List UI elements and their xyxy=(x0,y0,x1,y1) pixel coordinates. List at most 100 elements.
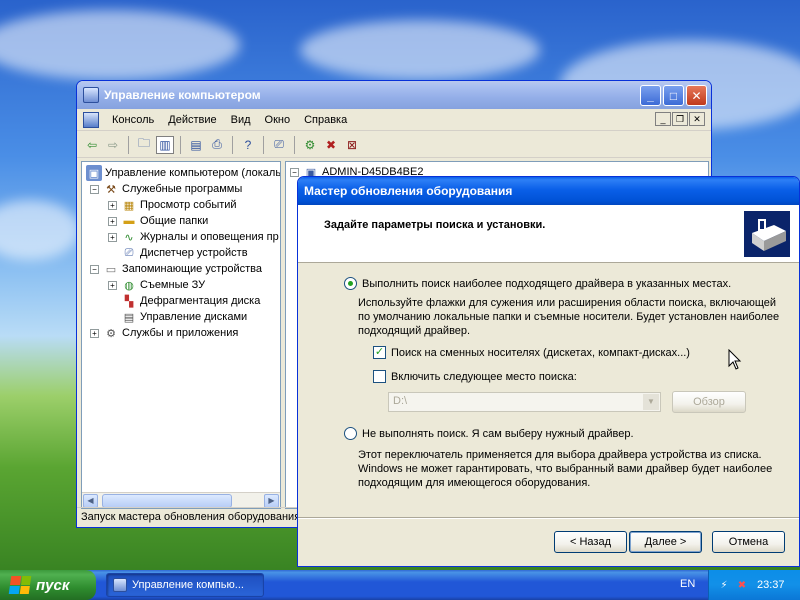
toolbar-separator xyxy=(180,135,181,154)
storage-icon: ▭ xyxy=(105,263,117,276)
tree-item[interactable]: + ▦ Просмотр событий xyxy=(108,197,237,213)
menu-help[interactable]: Справка xyxy=(297,114,354,126)
back-button[interactable]: < Назад xyxy=(554,531,627,553)
toolbar-separator xyxy=(232,135,233,154)
chevron-down-icon[interactable]: ▼ xyxy=(643,394,659,410)
performance-logs-icon: ∿ xyxy=(124,231,134,244)
back-arrow-icon[interactable]: ⇦ xyxy=(83,136,101,154)
start-button[interactable]: пуск xyxy=(0,570,96,600)
maximize-button[interactable]: □ xyxy=(663,85,684,106)
search-location-combo[interactable]: D:\ ▼ xyxy=(388,392,661,412)
taskbar: пуск Управление компью... EN ⚡ ✖ 23:37 xyxy=(0,570,800,600)
tools-icon: ⚒ xyxy=(106,183,116,196)
collapse-toggle[interactable]: − xyxy=(90,264,99,274)
tree-item-label: Журналы и оповещения пр xyxy=(140,231,279,243)
expand-toggle[interactable]: + xyxy=(108,232,117,242)
event-viewer-icon: ▦ xyxy=(123,199,135,212)
safely-remove-hardware-icon[interactable]: ⚡ xyxy=(717,578,731,592)
menu-console[interactable]: Консоль xyxy=(105,114,161,126)
menu-bar: Консоль Действие Вид Окно Справка _ ❐ ✕ xyxy=(77,109,711,131)
mouse-cursor-icon xyxy=(728,349,742,370)
search-best-driver-radio[interactable]: Выполнить поиск наиболее подходящего дра… xyxy=(344,277,731,290)
collapse-toggle[interactable]: − xyxy=(290,167,299,177)
search-removable-media-checkbox[interactable]: ✓ Поиск на сменных носителях (дискетах, … xyxy=(373,346,690,359)
tree-item-label: Службы и приложения xyxy=(122,327,239,339)
console-tree: ▣ Управление компьютером (локаль − ⚒ Слу… xyxy=(81,161,281,509)
mmc-title-bar[interactable]: Управление компьютером _ □ ✕ xyxy=(77,81,711,109)
toolbar-separator xyxy=(128,135,129,154)
tree-item-label: Съемные ЗУ xyxy=(140,279,206,291)
print-icon[interactable]: ⎙ xyxy=(208,136,226,154)
checkbox-label: Поиск на сменных носителях (дискетах, ко… xyxy=(391,346,690,359)
toolbar-separator xyxy=(294,135,295,154)
language-indicator[interactable]: EN xyxy=(680,578,695,590)
properties-icon[interactable]: ▤ xyxy=(187,136,205,154)
security-alert-icon[interactable]: ✖ xyxy=(735,578,749,592)
tree-item-label: Общие папки xyxy=(140,215,209,227)
wizard-separator xyxy=(298,517,799,519)
start-label: пуск xyxy=(36,576,70,594)
mdi-minimize-button[interactable]: _ xyxy=(655,112,671,126)
radio-indicator xyxy=(344,427,357,440)
desktop-cloud xyxy=(300,20,540,80)
tree-item[interactable]: ▣ Управление компьютером (локаль xyxy=(86,165,280,181)
menu-action[interactable]: Действие xyxy=(161,114,223,126)
expand-toggle[interactable]: + xyxy=(108,280,117,290)
tree-horizontal-scrollbar[interactable]: ◀ ▶ xyxy=(82,492,280,508)
show-tree-icon[interactable]: ▥ xyxy=(156,135,174,154)
update-driver-icon[interactable]: ⚙ xyxy=(301,136,319,154)
desktop-cloud xyxy=(0,10,240,80)
wizard-title-bar[interactable]: Мастер обновления оборудования xyxy=(298,177,799,205)
taskbar-item-computer-management[interactable]: Управление компью... xyxy=(106,573,264,597)
tree-item-label: Запоминающие устройства xyxy=(122,263,263,275)
windows-flag-icon xyxy=(8,576,32,594)
wizard-header: Задайте параметры поиска и установки. xyxy=(298,205,799,263)
include-location-checkbox[interactable]: Включить следующее место поиска: xyxy=(373,370,577,383)
cancel-button[interactable]: Отмена xyxy=(712,531,785,553)
scroll-thumb[interactable] xyxy=(102,494,232,508)
device-manager-icon: ⎚ xyxy=(124,246,134,259)
scroll-left-arrow-icon[interactable]: ◀ xyxy=(83,494,98,508)
menu-view[interactable]: Вид xyxy=(224,114,258,126)
wizard-header-text: Задайте параметры поиска и установки. xyxy=(324,219,546,231)
scan-hardware-icon[interactable]: ⎚ xyxy=(270,136,288,154)
expand-toggle[interactable]: + xyxy=(108,200,117,210)
tree-item-label: Диспетчер устройств xyxy=(140,247,248,259)
hardware-wizard-icon xyxy=(743,210,791,258)
tree-item[interactable]: ▤ Управление дисками xyxy=(121,309,247,325)
computer-management-icon xyxy=(83,87,99,103)
menu-window[interactable]: Окно xyxy=(258,114,298,126)
removable-storage-icon: ◍ xyxy=(124,279,134,292)
hardware-update-wizard: Мастер обновления оборудования Задайте п… xyxy=(297,176,800,567)
expand-toggle[interactable]: + xyxy=(90,328,99,338)
expand-toggle[interactable]: + xyxy=(108,216,117,226)
forward-arrow-icon[interactable]: ⇨ xyxy=(104,136,122,154)
mdi-restore-button[interactable]: ❐ xyxy=(672,112,688,126)
tree-item[interactable]: − ⚒ Служебные программы xyxy=(90,181,242,197)
next-button[interactable]: Далее > xyxy=(629,531,702,553)
browse-button[interactable]: Обзор xyxy=(672,391,746,413)
tree-item[interactable]: ⎚ Диспетчер устройств xyxy=(121,245,248,261)
scroll-right-arrow-icon[interactable]: ▶ xyxy=(264,494,279,508)
up-folder-icon[interactable]: 🗀 xyxy=(135,136,153,154)
minimize-button[interactable]: _ xyxy=(640,85,661,106)
toolbar: ⇦ ⇨ 🗀 ▥ ▤ ⎙ ? ⎚ ⚙ ✖ ⊠ xyxy=(77,132,711,158)
collapse-toggle[interactable]: − xyxy=(90,184,99,194)
mdi-close-button[interactable]: ✕ xyxy=(689,112,705,126)
manual-driver-radio[interactable]: Не выполнять поиск. Я сам выберу нужный … xyxy=(344,427,634,440)
tree-item[interactable]: − ▭ Запоминающие устройства xyxy=(90,261,262,277)
option2-description: Этот переключатель применяется для выбор… xyxy=(358,449,773,489)
shared-folder-icon: ▬ xyxy=(123,215,135,227)
taskbar-item-label: Управление компью... xyxy=(132,579,244,591)
tree-item[interactable]: + ◍ Съемные ЗУ xyxy=(108,277,205,293)
console-icon[interactable] xyxy=(83,111,99,128)
help-icon[interactable]: ? xyxy=(239,136,257,154)
close-button[interactable]: ✕ xyxy=(686,85,707,106)
uninstall-device-icon[interactable]: ⊠ xyxy=(343,136,361,154)
tree-item[interactable]: ▚ Дефрагментация диска xyxy=(121,293,261,309)
tree-item[interactable]: + ∿ Журналы и оповещения пр xyxy=(108,229,279,245)
tree-item[interactable]: + ▬ Общие папки xyxy=(108,213,208,229)
tree-item-label: Дефрагментация диска xyxy=(140,295,261,307)
disable-device-icon[interactable]: ✖ xyxy=(322,136,340,154)
tree-item[interactable]: + ⚙ Службы и приложения xyxy=(90,325,238,341)
